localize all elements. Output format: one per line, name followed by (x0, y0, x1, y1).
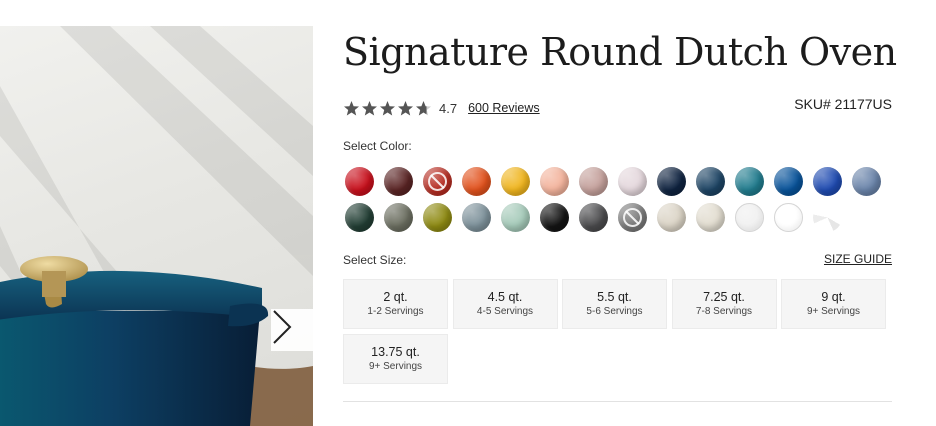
size-servings: 4-5 Servings (476, 306, 534, 317)
color-swatch[interactable] (813, 167, 842, 196)
star-icon (362, 100, 377, 115)
color-swatch[interactable] (813, 203, 842, 232)
size-options: 2 qt. 1-2 Servings 4.5 qt. 4-5 Servings 5.5 … (343, 279, 886, 384)
rating-row: 4.7 600 Reviews (343, 98, 540, 118)
star-icon (380, 100, 395, 115)
chevron-right-icon (273, 310, 292, 344)
size-option[interactable]: 5.5 qt. 5-6 Servings (562, 279, 667, 329)
size-quarts: 13.75 qt. (371, 345, 420, 359)
color-swatch[interactable] (696, 167, 725, 196)
select-size-label: Select Size: (343, 253, 407, 267)
color-swatch[interactable] (657, 203, 686, 232)
color-swatch[interactable] (462, 167, 491, 196)
select-color-label: Select Color: (343, 139, 412, 153)
color-swatch-row (345, 167, 881, 196)
rating-stars (343, 100, 432, 117)
size-option[interactable]: 4.5 qt. 4-5 Servings (452, 279, 558, 329)
size-servings: 5-6 Servings (586, 306, 643, 317)
product-image (0, 26, 313, 426)
color-swatch[interactable] (384, 203, 413, 232)
star-icon (416, 100, 431, 115)
color-swatch[interactable] (618, 167, 647, 196)
color-swatch[interactable] (345, 203, 374, 232)
color-swatch[interactable] (696, 203, 725, 232)
size-quarts: 5.5 qt. (597, 290, 632, 304)
color-swatch[interactable] (540, 167, 569, 196)
color-swatch[interactable] (462, 203, 491, 232)
color-swatch[interactable] (579, 203, 608, 232)
reviews-link[interactable]: 600 Reviews (468, 101, 540, 115)
size-quarts: 9 qt. (821, 290, 846, 304)
color-swatch[interactable] (579, 167, 608, 196)
color-swatch[interactable] (384, 167, 413, 196)
divider (343, 401, 892, 402)
color-swatch[interactable] (345, 167, 374, 196)
size-quarts: 7.25 qt. (703, 290, 745, 304)
dutch-oven-photo (0, 26, 313, 426)
size-option[interactable]: 9 qt. 9+ Servings (781, 279, 886, 329)
size-quarts: 2 qt. (383, 290, 408, 304)
star-icon (398, 100, 413, 115)
star-icon (344, 100, 359, 115)
color-swatch[interactable] (618, 203, 647, 232)
size-quarts: 4.5 qt. (487, 290, 523, 304)
color-swatch[interactable] (423, 167, 452, 196)
color-swatch[interactable] (501, 203, 530, 232)
size-servings: 9+ Servings (806, 306, 861, 317)
color-swatch[interactable] (852, 167, 881, 196)
color-swatch[interactable] (423, 203, 452, 232)
color-swatch-row (345, 203, 842, 232)
size-option[interactable]: 7.25 qt. 7-8 Servings (671, 279, 777, 329)
product-title: Signature Round Dutch Oven (343, 30, 897, 74)
rating-value: 4.7 (439, 100, 458, 116)
color-swatch[interactable] (657, 167, 686, 196)
size-option[interactable]: 2 qt. 1-2 Servings (343, 279, 448, 329)
color-swatch[interactable] (774, 167, 803, 196)
size-servings: 1-2 Servings (367, 306, 424, 317)
size-servings: 7-8 Servings (695, 306, 753, 317)
color-swatch[interactable] (735, 167, 764, 196)
size-guide-link[interactable]: SIZE GUIDE (824, 252, 892, 266)
color-swatch[interactable] (540, 203, 569, 232)
color-swatch[interactable] (735, 203, 764, 232)
gallery-next-button[interactable] (271, 309, 313, 351)
size-servings: 9+ Servings (368, 361, 423, 372)
sku-label: SKU# 21177US (794, 96, 892, 112)
color-swatch[interactable] (774, 203, 803, 232)
color-swatch[interactable] (501, 167, 530, 196)
size-option[interactable]: 13.75 qt. 9+ Servings (343, 334, 448, 384)
